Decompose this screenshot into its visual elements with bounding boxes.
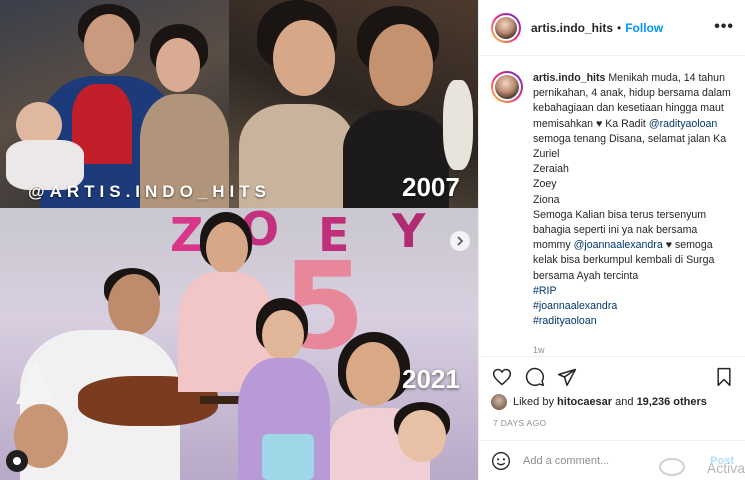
action-bar: [479, 356, 745, 396]
photo-panel-2007-left: [0, 0, 229, 208]
likes-prefix: Liked by: [513, 396, 554, 408]
likes-count[interactable]: 19,236 others: [637, 396, 707, 408]
photo-panel-2021: Z O E Y 5: [0, 208, 478, 480]
chevron-right-icon[interactable]: [450, 231, 470, 251]
post-date[interactable]: 7 DAYS AGO: [493, 418, 546, 428]
person-face: [346, 342, 400, 406]
hashtag-link[interactable]: #joannaalexandra: [533, 299, 731, 314]
likes-summary[interactable]: Liked by hitocaesar and 19,236 others: [491, 394, 707, 410]
year-label-bottom: 2021: [402, 364, 460, 394]
share-icon[interactable]: [557, 367, 577, 387]
mention-link[interactable]: @joannaalexandra: [574, 239, 663, 251]
person-face: [108, 274, 160, 336]
smile-icon[interactable]: [491, 451, 511, 471]
hashtag-link[interactable]: #radityaoloan: [533, 314, 731, 329]
year-label-top: 2007: [402, 172, 460, 202]
hashtag-link[interactable]: #RIP: [533, 284, 731, 299]
caption-line: semoga tenang Disana, selamat jalan Ka: [533, 132, 727, 145]
person-face: [398, 410, 446, 462]
caption-username[interactable]: artis.indo_hits: [533, 72, 605, 84]
name-line: Zuriel: [533, 148, 560, 161]
post-header: artis.indo_hits • Follow •••: [479, 0, 745, 56]
birthday-cake: [262, 434, 314, 480]
person-face: [273, 20, 335, 96]
header-separator: •: [617, 20, 622, 35]
avatar[interactable]: [491, 12, 521, 43]
user-tag-icon[interactable]: [6, 450, 28, 472]
avatar[interactable]: [491, 71, 523, 103]
name-line: Zeraiah: [533, 163, 569, 176]
watermark: @ARTIS.INDO_HITS: [28, 182, 271, 201]
balloon-letter: Y: [392, 208, 426, 258]
balloon-letter: Z: [170, 208, 204, 262]
likes-user[interactable]: hitocaesar: [557, 396, 612, 408]
bookmark-icon[interactable]: [714, 367, 734, 387]
windows-activation-logo: [659, 458, 685, 476]
person-face: [369, 24, 433, 106]
person-face: [156, 38, 200, 92]
comment-icon[interactable]: [525, 367, 545, 387]
add-comment-bar: Post: [479, 440, 745, 480]
post-sidebar: artis.indo_hits • Follow ••• artis.indo_…: [478, 0, 745, 480]
caption-row: artis.indo_hits Menikah muda, 14 tahun p…: [491, 71, 734, 329]
likes-middle: and: [615, 396, 634, 408]
follow-button[interactable]: Follow: [625, 21, 663, 35]
heart-icon[interactable]: [492, 367, 512, 387]
caption-text: artis.indo_hits Menikah muda, 14 tahun p…: [533, 71, 731, 329]
person-face: [84, 14, 134, 74]
caption-time[interactable]: 1w: [533, 345, 545, 355]
name-line: Ziona: [533, 193, 560, 206]
person-face: [206, 222, 248, 274]
post-media[interactable]: Z O E Y 5 @ARTIS.INDO_HITS 2007 2021: [0, 0, 478, 480]
comments-section[interactable]: artis.indo_hits Menikah muda, 14 tahun p…: [479, 57, 745, 357]
mention-link[interactable]: @radityaoloan: [649, 118, 717, 130]
avatar[interactable]: [491, 394, 507, 410]
person-face: [262, 310, 304, 360]
activation-watermark: Activa: [706, 460, 745, 476]
name-line: Zoey: [533, 178, 557, 191]
more-options-icon[interactable]: •••: [714, 18, 734, 36]
header-username[interactable]: artis.indo_hits: [531, 21, 613, 35]
flowers: [443, 80, 473, 170]
